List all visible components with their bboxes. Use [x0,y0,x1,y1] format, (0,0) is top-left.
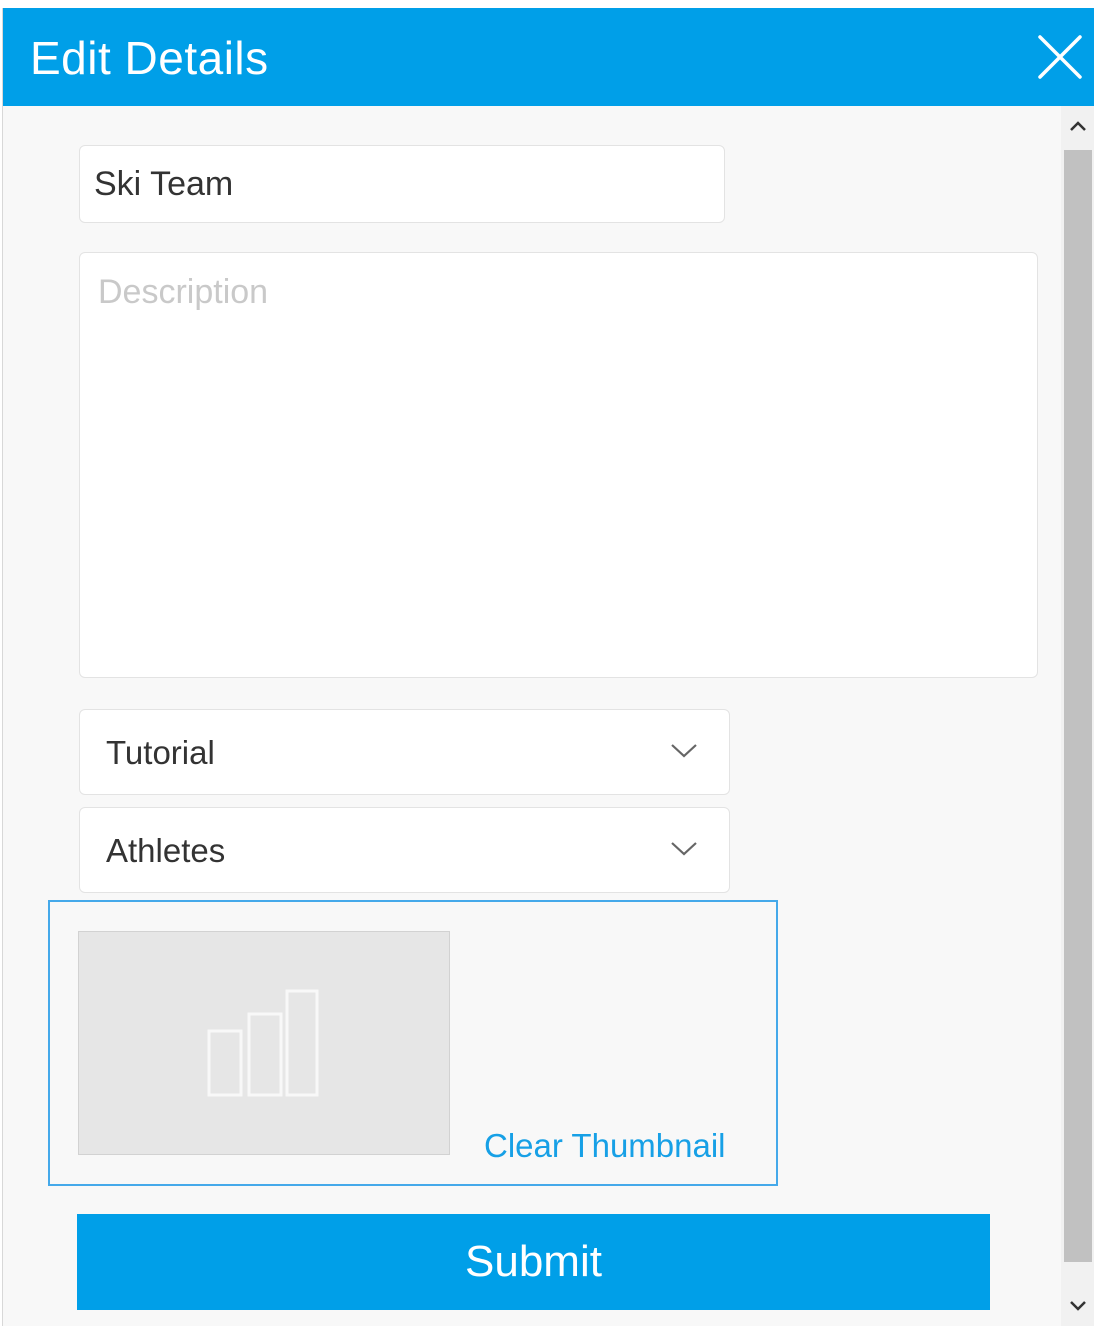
vertical-scrollbar[interactable] [1061,106,1094,1326]
description-textarea[interactable] [79,252,1038,678]
submit-button[interactable]: Submit [77,1214,990,1310]
chevron-down-icon [1070,1301,1086,1311]
bar-chart-icon [207,989,319,1097]
thumbnail-panel: Clear Thumbnail [48,900,778,1186]
chevron-down-icon [671,842,697,856]
scroll-up-button[interactable] [1061,106,1094,148]
subcategory-select[interactable]: Athletes [79,807,730,893]
close-button[interactable] [1037,34,1083,80]
category-select-value: Tutorial [106,734,215,771]
chevron-up-icon [1070,121,1086,131]
name-input[interactable] [79,145,725,223]
thumbnail-preview[interactable] [78,931,450,1155]
clear-thumbnail-link[interactable]: Clear Thumbnail [484,1126,726,1166]
close-icon [1038,35,1082,79]
scroll-down-button[interactable] [1061,1286,1094,1326]
chevron-down-icon [671,744,697,758]
edit-details-dialog: Edit Details Tutorial Athletes C [2,8,1094,1326]
scrollbar-thumb[interactable] [1064,150,1092,1262]
subcategory-select-value: Athletes [106,832,226,869]
dialog-title: Edit Details [30,32,269,84]
dialog-header: Edit Details [3,8,1094,106]
category-select[interactable]: Tutorial [79,709,730,795]
